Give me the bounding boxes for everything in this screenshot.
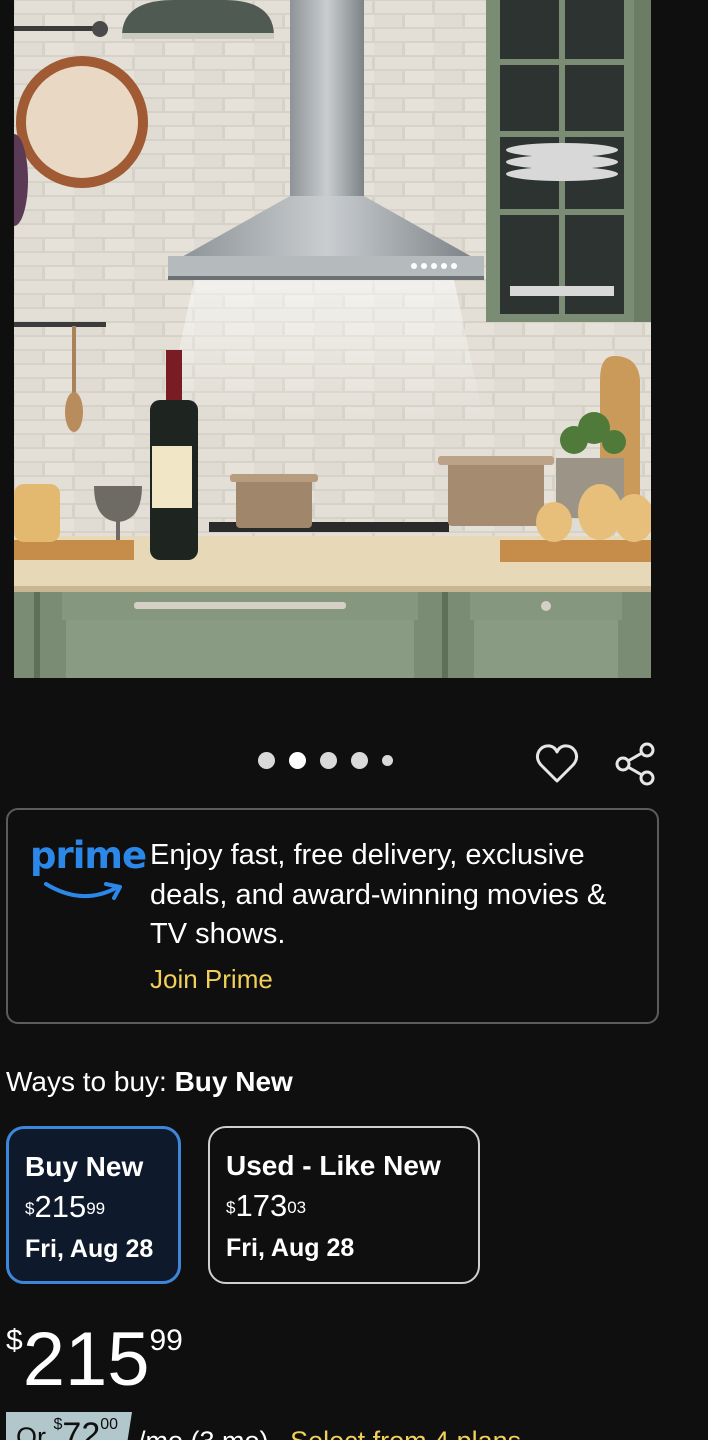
option-price: $17303 [226, 1188, 307, 1223]
prime-smile-icon [44, 882, 122, 900]
favorite-button[interactable] [533, 740, 581, 788]
ways-to-buy-selected: Buy New [174, 1066, 293, 1097]
carousel-dot[interactable] [351, 752, 368, 769]
share-button[interactable] [611, 740, 659, 788]
price-currency: $ [6, 1324, 23, 1357]
heart-icon [535, 744, 579, 783]
carousel-dot-active[interactable] [289, 752, 306, 769]
prime-message: Enjoy fast, free delivery, exclusive dea… [150, 839, 607, 950]
join-prime-link[interactable]: Join Prime [150, 964, 273, 995]
carousel-dot[interactable] [382, 755, 393, 766]
monthly-term: /mo (3 mo). [132, 1412, 276, 1440]
prime-logo: prime [30, 834, 147, 904]
buy-option-used-like-new[interactable]: Used - Like New $17303 Fri, Aug 28 [208, 1126, 480, 1284]
ways-to-buy-label: Ways to buy: Buy New [6, 1066, 293, 1098]
monthly-price-badge: Or $7200 [6, 1412, 133, 1440]
option-title: Buy New [25, 1151, 144, 1182]
ways-to-buy-prefix: Ways to buy: [6, 1066, 175, 1097]
option-title: Used - Like New [226, 1150, 441, 1181]
carousel-indicator[interactable] [258, 752, 393, 769]
option-price: $21599 [25, 1189, 106, 1224]
product-image[interactable] [14, 0, 651, 678]
carousel-dot[interactable] [320, 752, 337, 769]
option-delivery-date: Fri, Aug 28 [25, 1235, 154, 1263]
price-fraction: 99 [149, 1324, 183, 1357]
price-whole: 215 [22, 1317, 150, 1402]
share-icon [615, 742, 655, 786]
prime-banner: prime Enjoy fast, free delivery, exclusi… [6, 808, 659, 1024]
select-plans-link[interactable]: Select from 4 plans [276, 1412, 521, 1440]
prime-logo-text: prime [30, 834, 147, 877]
monthly-payment-line: Or $7200 /mo (3 mo). Select from 4 plans [6, 1412, 521, 1440]
carousel-dot[interactable] [258, 752, 275, 769]
product-price: $21599 [6, 1310, 183, 1410]
option-delivery-date: Fri, Aug 28 [226, 1234, 355, 1262]
buy-option-new[interactable]: Buy New $21599 Fri, Aug 28 [6, 1126, 181, 1284]
